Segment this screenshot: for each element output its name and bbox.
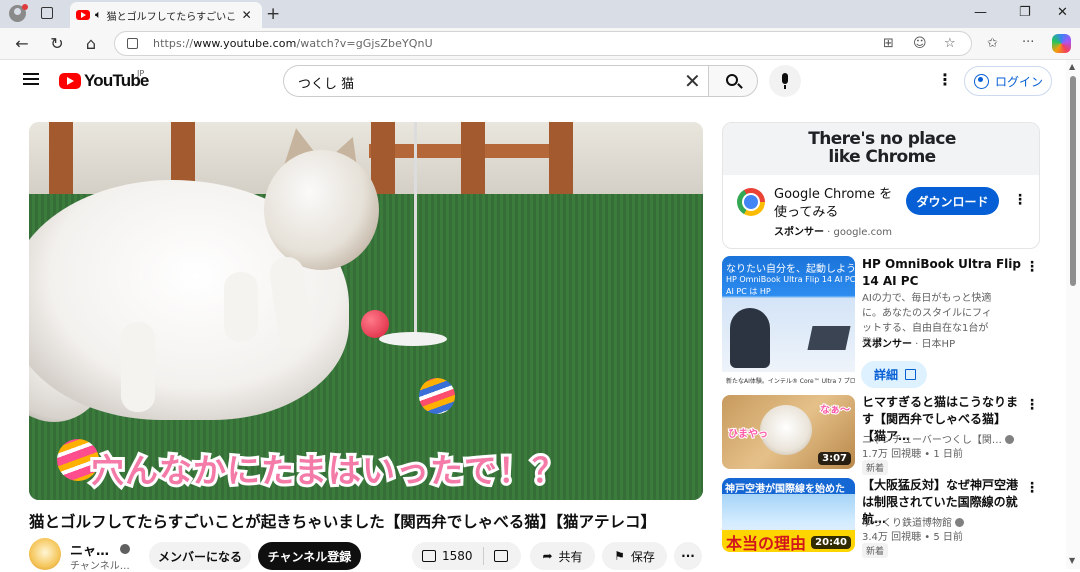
- ad-banner[interactable]: There's no place like Chrome: [723, 123, 1039, 175]
- verified-icon: [120, 544, 130, 554]
- ad-more-icon[interactable]: ⋮: [1013, 193, 1027, 207]
- video-duration: 20:40: [811, 536, 851, 549]
- dislike-icon[interactable]: [493, 550, 508, 562]
- ad-card[interactable]: There's no place like Chrome Google Chro…: [722, 122, 1040, 249]
- youtube-header: YouTube JP つくし 猫 ✕ ⋮ ログイン: [0, 60, 1064, 102]
- tabs-icon[interactable]: [41, 7, 53, 19]
- favorite-star-icon[interactable]: ☆: [944, 36, 956, 51]
- copilot-icon[interactable]: [1052, 34, 1071, 53]
- window-close-button[interactable]: ✕: [1057, 5, 1068, 20]
- clear-search-icon[interactable]: ✕: [684, 69, 701, 93]
- sidebar-item-more-icon[interactable]: ⋮: [1025, 481, 1039, 495]
- download-button[interactable]: ダウンロード: [906, 187, 999, 215]
- lock-icon[interactable]: [127, 38, 138, 49]
- scroll-down-icon[interactable]: ▼: [1069, 556, 1075, 565]
- settings-more-icon[interactable]: ⋮: [937, 72, 953, 88]
- video-duration: 3:07: [818, 452, 851, 465]
- back-button[interactable]: ←: [12, 34, 32, 53]
- voice-search-button[interactable]: [769, 65, 801, 97]
- external-link-icon: [905, 369, 917, 380]
- video-title: 猫とゴルフしてたらすごいことが起きちゃいました【関西弁でしゃべる猫】【猫アテレコ…: [29, 513, 656, 531]
- search-value: つくし 猫: [298, 77, 355, 92]
- channel-avatar[interactable]: [29, 538, 61, 570]
- browser-address-bar: ← ↻ ⌂ https://www.youtube.com/watch?v=gG…: [0, 28, 1080, 60]
- like-icon[interactable]: [422, 550, 436, 562]
- new-tab-button[interactable]: +: [266, 4, 280, 24]
- ad-sponsor: スポンサー · google.com: [774, 227, 892, 238]
- verified-icon: [955, 518, 964, 527]
- menu-icon[interactable]: [23, 73, 39, 85]
- user-icon: [974, 73, 989, 89]
- login-button[interactable]: ログイン: [964, 66, 1052, 96]
- region-label: JP: [137, 69, 145, 78]
- scene-ball-red: [361, 310, 389, 338]
- split-screen-icon[interactable]: ⊞: [883, 36, 894, 51]
- tab-close-icon[interactable]: ✕: [242, 8, 252, 22]
- page-scrollbar[interactable]: ▲ ▼: [1066, 60, 1080, 569]
- search-input[interactable]: つくし 猫 ✕: [283, 65, 708, 97]
- save-button[interactable]: ⚑ 保存: [602, 542, 667, 570]
- sidebar-item-more-icon[interactable]: ⋮: [1025, 260, 1039, 274]
- subscribe-button[interactable]: チャンネル登録: [258, 542, 361, 570]
- maximize-button[interactable]: ❐: [1019, 5, 1031, 20]
- youtube-favicon-icon: [76, 10, 90, 20]
- bookmark-icon: ⚑: [614, 549, 625, 563]
- video-thumbnail[interactable]: なぁ〜 ひまやっ 3:07: [722, 395, 855, 469]
- ad-banner-text: There's no place like Chrome: [808, 129, 956, 167]
- verified-icon: [1004, 435, 1014, 444]
- like-dislike-group: 1580: [412, 542, 521, 570]
- login-label: ログイン: [995, 74, 1044, 89]
- new-badge: 新着: [862, 460, 889, 475]
- mic-icon: [782, 73, 788, 84]
- url-text: https://www.youtube.com/watch?v=gGjsZbeY…: [153, 37, 433, 50]
- favorites-icon[interactable]: ✩: [987, 36, 998, 51]
- video-caption: 穴んなかにたまはいったで！？: [88, 448, 568, 493]
- minimize-button[interactable]: —: [974, 5, 987, 20]
- share-icon: ➦: [542, 549, 553, 563]
- scene-golf-cup: [379, 332, 447, 346]
- sidebar-item-title[interactable]: HP OmniBook Ultra Flip 14 AI PC: [862, 256, 1022, 290]
- join-member-button[interactable]: メンバーになる: [149, 542, 251, 570]
- home-button[interactable]: ⌂: [81, 34, 101, 53]
- video-player[interactable]: 穴んなかにたまはいったで！？: [29, 122, 703, 500]
- youtube-logo[interactable]: YouTube: [59, 71, 149, 91]
- url-field[interactable]: https://www.youtube.com/watch?v=gGjsZbeY…: [114, 31, 972, 56]
- speaker-icon[interactable]: 🔈︎: [95, 8, 102, 22]
- sidebar-item-stats: 1.7万 回視聴 • 1 日前: [862, 449, 963, 460]
- new-badge: 新着: [862, 543, 889, 558]
- profile-icon[interactable]: [9, 4, 28, 22]
- more-actions-button[interactable]: ···: [674, 542, 702, 570]
- scroll-up-icon[interactable]: ▲: [1069, 62, 1075, 71]
- browser-tab-bar: 🔈︎ 猫とゴルフしてたらすごいことが起きちゃいました ✕ + — ❐ ✕: [0, 0, 1080, 28]
- read-aloud-icon[interactable]: ☺: [913, 36, 927, 51]
- chrome-logo-icon: [737, 188, 765, 216]
- sidebar-item-channel[interactable]: ゆっくり鉄道博物館: [862, 514, 964, 529]
- tab-title: 猫とゴルフしてたらすごいことが起きちゃいました: [106, 11, 237, 23]
- like-count[interactable]: 1580: [442, 549, 473, 563]
- scroll-thumb[interactable]: [1070, 76, 1076, 286]
- scene-ball-striped: [419, 378, 455, 414]
- hp-ad-thumbnail[interactable]: なりたい自分を、起動しよう。 HP OmniBook Ultra Flip 14…: [722, 256, 855, 388]
- youtube-play-icon: [59, 73, 81, 89]
- ad-title[interactable]: Google Chrome を使ってみる: [774, 186, 904, 222]
- share-button[interactable]: ➦ 共有: [530, 542, 595, 570]
- sidebar-item-stats: 3.4万 回視聴 • 5 日前: [862, 532, 963, 543]
- more-icon[interactable]: ···: [1022, 35, 1034, 50]
- sidebar-item-more-icon[interactable]: ⋮: [1025, 398, 1039, 412]
- browser-tab-active[interactable]: 🔈︎ 猫とゴルフしてたらすごいことが起きちゃいました ✕: [70, 2, 262, 28]
- search-button[interactable]: [708, 65, 758, 97]
- scene-cat-head: [264, 150, 379, 270]
- reload-button[interactable]: ↻: [47, 34, 67, 53]
- scene-flag-pole: [414, 122, 417, 336]
- detail-button[interactable]: 詳細: [861, 361, 927, 388]
- video-thumbnail[interactable]: 神戸空港が国際線を始めた 本当の理由 20:40: [722, 478, 855, 552]
- sidebar-item-sponsor: スポンサー · 日本HP: [862, 339, 956, 350]
- subscriber-count: チャンネル…: [70, 561, 130, 572]
- sidebar-item-channel[interactable]: ニャンチューバーつくし【関…: [862, 431, 1014, 446]
